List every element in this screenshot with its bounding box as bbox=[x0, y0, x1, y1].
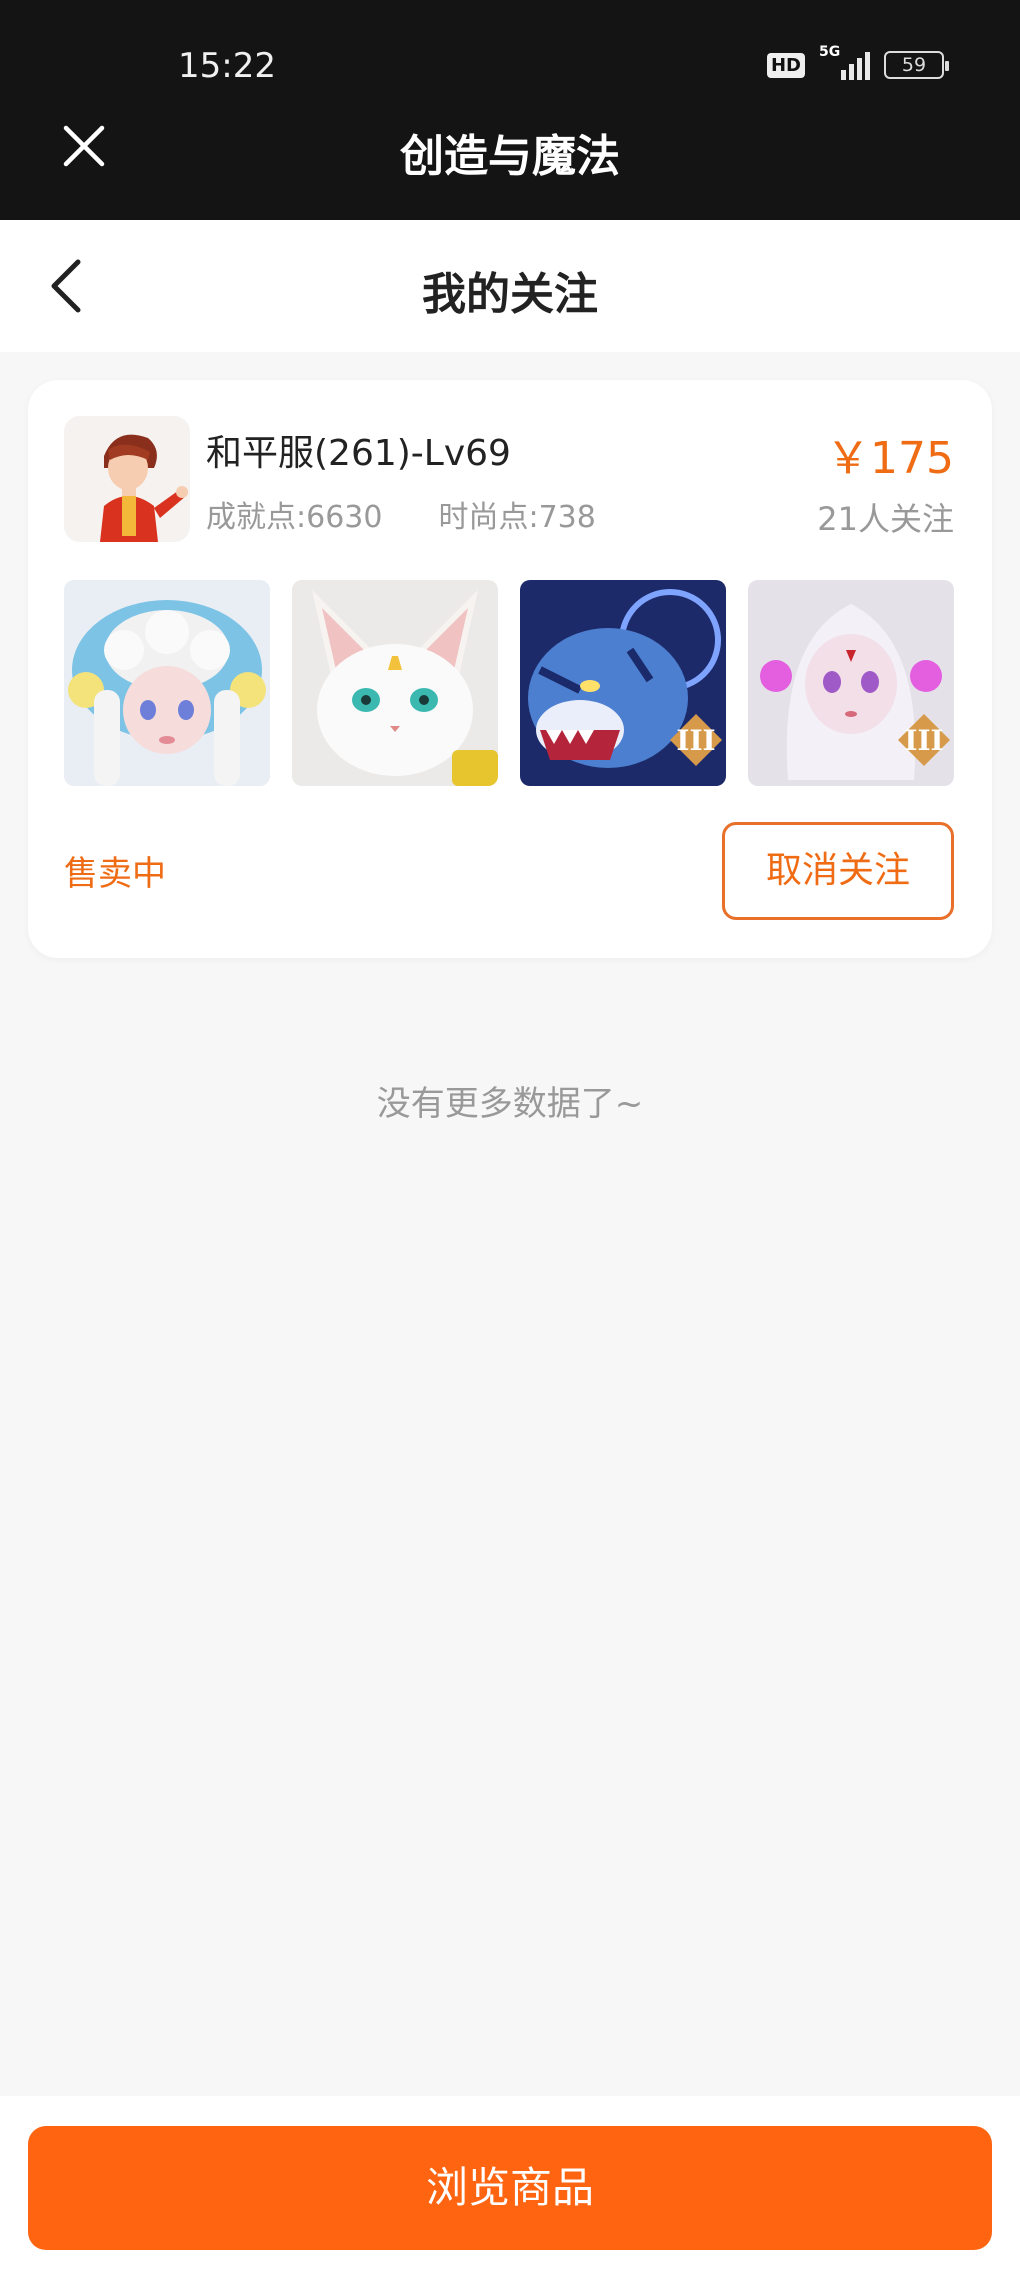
app-bar: 创造与魔法 bbox=[0, 100, 1020, 220]
follower-count: 21人关注 bbox=[817, 500, 954, 538]
fashion-points: 时尚点:738 bbox=[438, 500, 596, 535]
item-thumbnail[interactable]: III bbox=[748, 580, 954, 786]
hd-icon: HD bbox=[766, 52, 805, 78]
svg-text:III: III bbox=[904, 724, 943, 757]
item-thumbnail[interactable] bbox=[64, 580, 270, 786]
status-time: 15:22 bbox=[178, 46, 276, 86]
item-thumbnail[interactable]: III bbox=[520, 580, 726, 786]
nav-bar: 我的关注 bbox=[0, 220, 1020, 352]
sale-status: 售卖中 bbox=[64, 854, 166, 894]
signal-icon: 5G bbox=[819, 44, 870, 80]
battery-icon: 59 bbox=[884, 51, 949, 79]
network-type: 5G bbox=[819, 44, 841, 60]
price: ￥175 bbox=[826, 433, 954, 484]
avatar bbox=[64, 416, 190, 542]
page-title: 我的关注 bbox=[422, 269, 598, 320]
server-name: 和平服(261)-Lv69 bbox=[206, 433, 511, 474]
svg-text:III: III bbox=[676, 724, 715, 757]
item-thumbnail[interactable] bbox=[292, 580, 498, 786]
app-title: 创造与魔法 bbox=[400, 131, 620, 182]
browse-products-button[interactable]: 浏览商品 bbox=[28, 2126, 992, 2250]
account-stats: 成就点:6630 时尚点:738 bbox=[206, 492, 596, 536]
achievement-points: 成就点:6630 bbox=[206, 500, 383, 535]
status-icons: HD 5G 59 bbox=[766, 44, 949, 80]
bottom-bar: 浏览商品 bbox=[0, 2096, 1020, 2278]
item-thumbnails: III III bbox=[64, 580, 954, 786]
followed-account-card[interactable]: 和平服(261)-Lv69 成就点:6630 时尚点:738 ￥175 21人关… bbox=[28, 380, 992, 958]
end-of-list-message: 没有更多数据了~ bbox=[376, 1084, 644, 1124]
unfollow-button[interactable]: 取消关注 bbox=[722, 822, 954, 920]
